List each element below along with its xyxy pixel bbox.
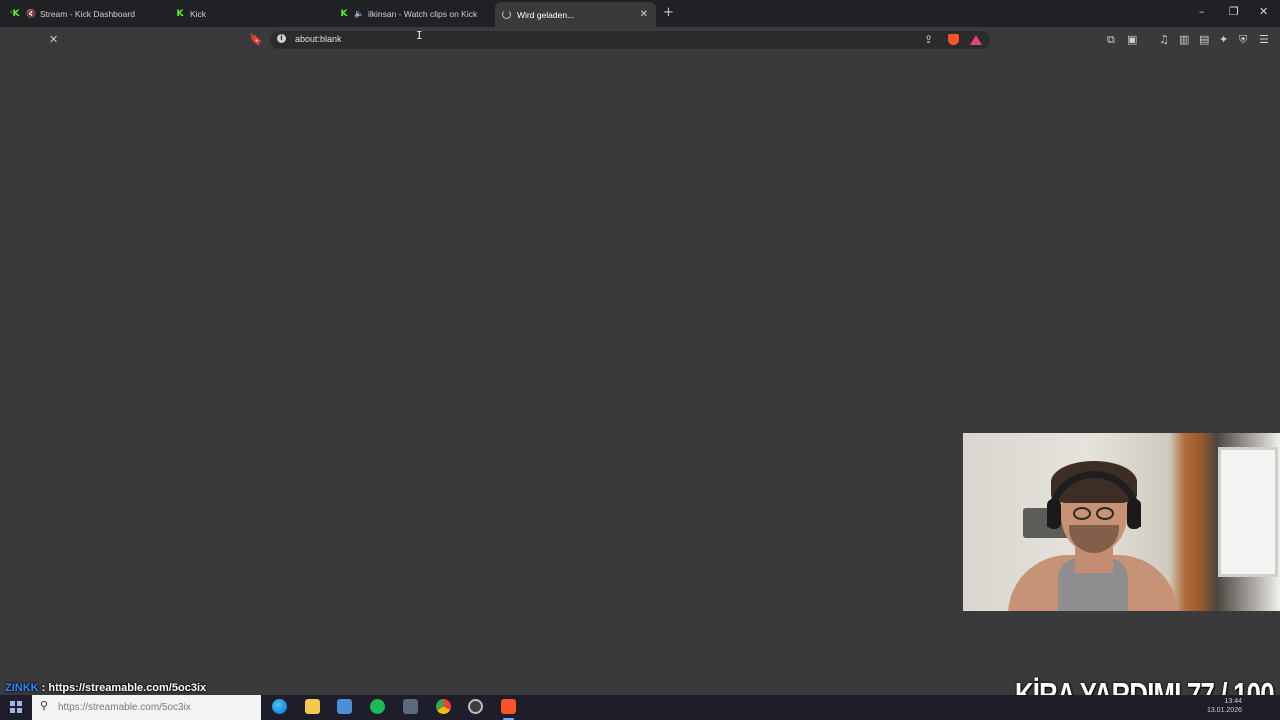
close-tab-icon[interactable]: ✕ (640, 9, 648, 20)
clock-time: 13:44 (1224, 698, 1242, 705)
chat-text: : https://streamable.com/5oc3ix (41, 682, 207, 694)
glasses-icon (1073, 507, 1117, 521)
vpn-shield-icon[interactable]: ⛨ (1239, 33, 1247, 47)
edge-icon[interactable] (272, 699, 287, 714)
webcam-overlay (963, 433, 1280, 611)
spotify-icon[interactable] (370, 699, 385, 714)
chrome-icon[interactable] (436, 699, 451, 714)
back-arrow-icon[interactable]: ‹ (9, 5, 13, 19)
obs-icon[interactable] (468, 699, 483, 714)
search-icon: ⚲ (40, 699, 49, 712)
screen: K 🔇 Stream - Kick Dashboard K Kick K 🔈 i… (0, 0, 1280, 720)
tab-label: Kick (190, 8, 207, 19)
webcam-window (1218, 447, 1278, 577)
tab-kick[interactable]: K Kick (170, 2, 330, 25)
chat-username: ZINKK (5, 682, 39, 694)
tab-label: ilkinsan - Watch clips on Kick (367, 8, 478, 19)
clock-date: 13.01.2026 (1206, 707, 1242, 714)
headset-left-cup (1047, 499, 1061, 529)
brave-shields-icon[interactable] (948, 34, 959, 45)
loading-spinner-icon (502, 10, 511, 19)
restore-button[interactable]: ❐ (1229, 5, 1239, 18)
headset-right-cup (1127, 499, 1141, 529)
kick-logo-icon: K (176, 8, 184, 19)
windows-start-icon[interactable] (10, 701, 22, 713)
taskbar-search-text[interactable]: https://streamable.com/5oc3ix (58, 702, 191, 713)
address-text[interactable]: about:blank (295, 34, 342, 44)
close-window-button[interactable]: ✕ (1259, 5, 1268, 18)
new-tab-button[interactable]: + (663, 5, 674, 20)
brave-rewards-icon[interactable] (970, 35, 982, 45)
wallet-icon[interactable]: ▤ (1199, 33, 1209, 47)
minimize-button[interactable]: – (1199, 5, 1205, 18)
file-explorer-icon[interactable] (305, 699, 320, 714)
tab-loading[interactable]: Wird geladen... ✕ (495, 2, 656, 27)
tab-label: Stream - Kick Dashboard (39, 8, 135, 19)
bookmark-icon[interactable]: 🔖 (249, 33, 263, 47)
address-bar[interactable] (270, 31, 990, 49)
calculator-icon[interactable] (403, 699, 418, 714)
speaker-icon[interactable]: 🔈 (354, 9, 364, 18)
chat-message: ZINKK : https://streamable.com/5oc3ix (5, 682, 206, 694)
kick-logo-icon: K (340, 8, 348, 19)
text-cursor-icon: I (416, 29, 423, 42)
brave-icon[interactable] (501, 699, 516, 720)
menu-icon[interactable]: ☰ (1259, 33, 1269, 47)
tab-kick-clips[interactable]: K 🔈 ilkinsan - Watch clips on Kick (334, 2, 494, 25)
system-clock[interactable]: 13:44 13.01.2026 (1207, 697, 1242, 715)
media-music-icon[interactable]: ♫ (1159, 33, 1169, 47)
forward-arrow-icon[interactable]: › (30, 5, 34, 19)
store-icon[interactable] (337, 699, 352, 714)
tab-strip: K 🔇 Stream - Kick Dashboard K Kick K 🔈 i… (0, 0, 1280, 27)
leo-ai-icon[interactable]: ✦ (1219, 33, 1228, 47)
sidebar-icon[interactable]: ▥ (1179, 33, 1189, 47)
extensions-icon[interactable]: ⧉ (1107, 33, 1115, 47)
share-icon[interactable]: ⇪ (924, 33, 933, 47)
screenshot-icon[interactable]: ▣ (1127, 33, 1137, 47)
stop-loading-icon[interactable]: ✕ (49, 33, 58, 47)
tab-label: Wird geladen... (517, 9, 575, 20)
site-info-icon[interactable]: i (277, 34, 286, 43)
